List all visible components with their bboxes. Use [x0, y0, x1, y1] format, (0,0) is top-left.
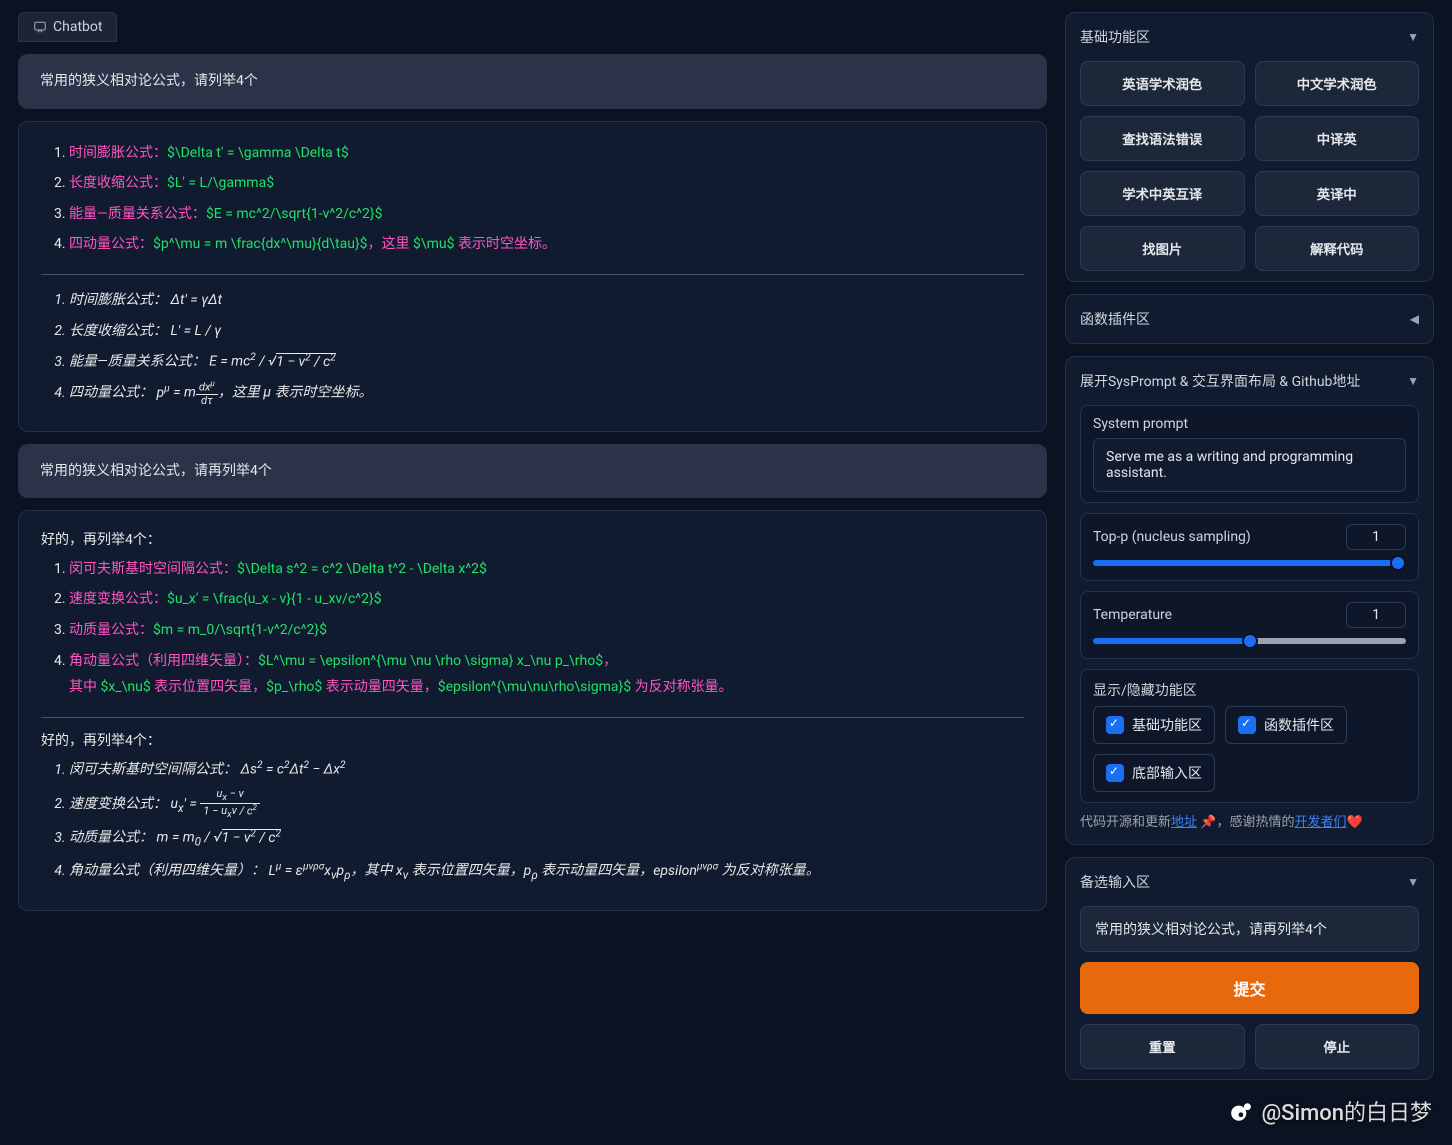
- check-basic[interactable]: 基础功能区: [1093, 706, 1215, 744]
- alt-input-panel: 备选输入区 ▼ 常用的狭义相对论公式，请再列举4个 提交 重置 停止: [1065, 857, 1434, 1080]
- system-prompt-label: System prompt: [1093, 416, 1406, 432]
- topp-block: Top-p (nucleus sampling) 1: [1080, 513, 1419, 581]
- panel-header-advanced[interactable]: 展开SysPrompt & 交互界面布局 & Github地址 ▼: [1080, 367, 1419, 395]
- temperature-label: Temperature: [1093, 607, 1336, 623]
- chat-icon: [33, 20, 47, 34]
- chat-log: 常用的狭义相对论公式，请列举4个 时间膨胀公式：$\Delta t' = \ga…: [18, 54, 1047, 911]
- topp-label: Top-p (nucleus sampling): [1093, 529, 1336, 545]
- submit-button[interactable]: 提交: [1080, 962, 1419, 1014]
- fn-explain-code[interactable]: 解释代码: [1255, 226, 1420, 271]
- user-message: 常用的狭义相对论公式，请列举4个: [18, 54, 1047, 109]
- fn-zh-to-en[interactable]: 中译英: [1255, 116, 1420, 161]
- plugins-panel: 函数插件区 ◀: [1065, 294, 1434, 344]
- reset-button[interactable]: 重置: [1080, 1024, 1245, 1069]
- check-plugins[interactable]: 函数插件区: [1225, 706, 1347, 744]
- advanced-panel: 展开SysPrompt & 交互界面布局 & Github地址 ▼ System…: [1065, 356, 1434, 845]
- fn-chinese-polish[interactable]: 中文学术润色: [1255, 61, 1420, 106]
- tab-bar: Chatbot: [18, 12, 1047, 42]
- system-prompt-block: System prompt Serve me as a writing and …: [1080, 405, 1419, 503]
- check-bottom-input[interactable]: 底部输入区: [1093, 754, 1215, 792]
- chevron-down-icon: ▼: [1407, 875, 1419, 889]
- panel-header-plugins[interactable]: 函数插件区 ◀: [1080, 305, 1419, 333]
- fn-english-polish[interactable]: 英语学术润色: [1080, 61, 1245, 106]
- temperature-value[interactable]: 1: [1346, 602, 1406, 628]
- fn-find-image[interactable]: 找图片: [1080, 226, 1245, 271]
- bot-message: 时间膨胀公式：$\Delta t' = \gamma \Delta t$ 长度收…: [18, 121, 1047, 432]
- tab-chatbot[interactable]: Chatbot: [18, 12, 117, 42]
- temperature-block: Temperature 1: [1080, 591, 1419, 659]
- chevron-down-icon: ▼: [1407, 30, 1419, 44]
- chevron-left-icon: ◀: [1410, 312, 1419, 326]
- system-prompt-input[interactable]: Serve me as a writing and programming as…: [1093, 438, 1406, 492]
- repo-link[interactable]: 地址: [1171, 815, 1197, 830]
- divider: [41, 274, 1024, 275]
- chevron-down-icon: ▼: [1407, 374, 1419, 388]
- user-message: 常用的狭义相对论公式，请再列举4个: [18, 444, 1047, 499]
- temperature-slider[interactable]: [1093, 638, 1406, 644]
- contributors-link[interactable]: 开发者们: [1294, 815, 1346, 830]
- tab-label: Chatbot: [53, 19, 102, 35]
- topp-value[interactable]: 1: [1346, 524, 1406, 550]
- fn-en-to-zh[interactable]: 英译中: [1255, 171, 1420, 216]
- panel-header-basic[interactable]: 基础功能区 ▼: [1080, 23, 1419, 51]
- divider: [41, 717, 1024, 718]
- basic-functions-panel: 基础功能区 ▼ 英语学术润色 中文学术润色 查找语法错误 中译英 学术中英互译 …: [1065, 12, 1434, 282]
- fn-grammar-check[interactable]: 查找语法错误: [1080, 116, 1245, 161]
- visibility-block: 显示/隐藏功能区 基础功能区 函数插件区 底部输入区: [1080, 669, 1419, 803]
- footnote: 代码开源和更新地址 📌，感谢热情的开发者们❤️: [1080, 813, 1419, 834]
- fn-academic-bitrans[interactable]: 学术中英互译: [1080, 171, 1245, 216]
- alt-input-field[interactable]: 常用的狭义相对论公式，请再列举4个: [1080, 906, 1419, 952]
- bot-message: 好的，再列举4个： 闵可夫斯基时空间隔公式：$\Delta s^2 = c^2 …: [18, 510, 1047, 910]
- topp-slider[interactable]: [1093, 560, 1406, 566]
- panel-header-altinput[interactable]: 备选输入区 ▼: [1080, 868, 1419, 896]
- stop-button[interactable]: 停止: [1255, 1024, 1420, 1069]
